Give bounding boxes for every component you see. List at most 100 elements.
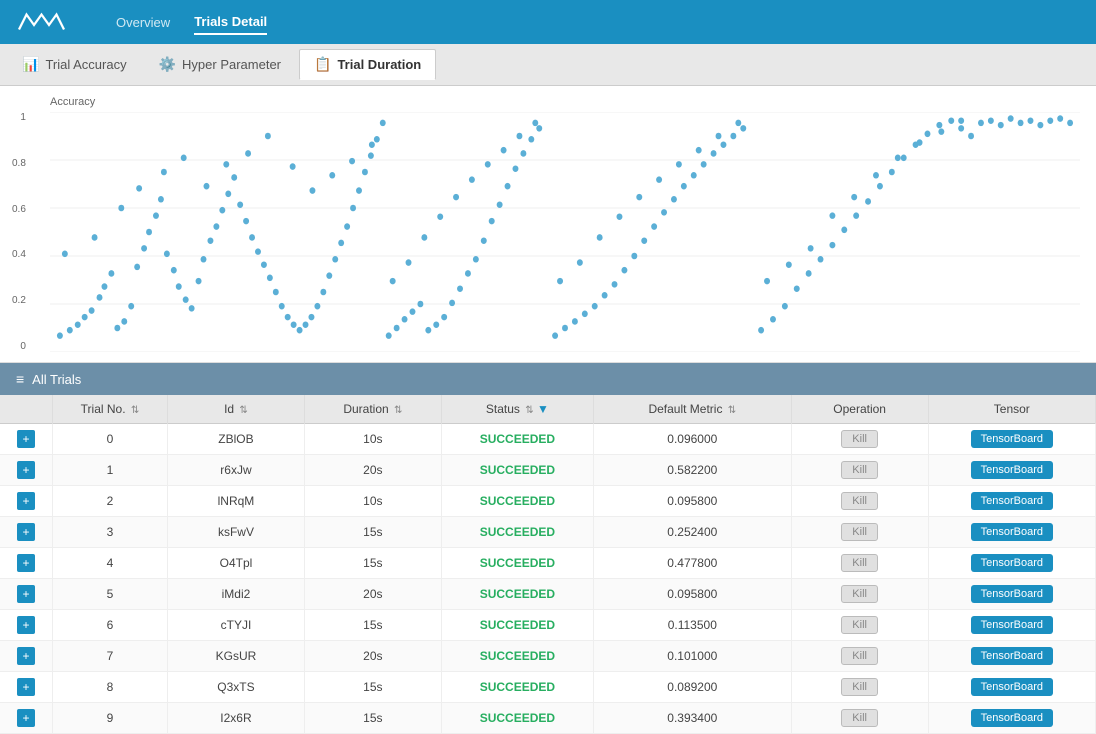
- tensor-cell-8: TensorBoard: [928, 672, 1095, 703]
- tab-trial-accuracy[interactable]: 📊 Trial Accuracy: [8, 50, 141, 79]
- duration-cell-5: 20s: [304, 579, 441, 610]
- expand-cell-2: +: [0, 486, 52, 517]
- duration-cell-1: 20s: [304, 455, 441, 486]
- y-label-1: 1: [20, 112, 26, 123]
- col-operation-header: Operation: [791, 395, 928, 424]
- metric-cell-7: 0.101000: [593, 641, 791, 672]
- table-header-row: Trial No. ⇅ Id ⇅ Duration ⇅ Status ⇅ ▼ D…: [0, 395, 1096, 424]
- y-label-04: 0.4: [12, 249, 26, 260]
- metric-cell-8: 0.089200: [593, 672, 791, 703]
- id-cell-3: ksFwV: [168, 517, 305, 548]
- operation-cell-6: Kill: [791, 610, 928, 641]
- tensor-cell-6: TensorBoard: [928, 610, 1095, 641]
- kill-button-0[interactable]: Kill: [841, 430, 878, 448]
- tensor-cell-7: TensorBoard: [928, 641, 1095, 672]
- status-cell-6: SUCCEEDED: [441, 610, 593, 641]
- tensorboard-button-5[interactable]: TensorBoard: [971, 585, 1053, 603]
- kill-button-1[interactable]: Kill: [841, 461, 878, 479]
- y-label-0: 0: [20, 341, 26, 352]
- duration-cell-0: 10s: [304, 424, 441, 455]
- tensorboard-button-2[interactable]: TensorBoard: [971, 492, 1053, 510]
- tensorboard-button-0[interactable]: TensorBoard: [971, 430, 1053, 448]
- y-axis: 1 0.8 0.6 0.4 0.2 0: [12, 112, 26, 352]
- expand-cell-7: +: [0, 641, 52, 672]
- metric-cell-4: 0.477800: [593, 548, 791, 579]
- expand-button-5[interactable]: +: [17, 585, 35, 603]
- id-cell-5: iMdi2: [168, 579, 305, 610]
- tensor-cell-3: TensorBoard: [928, 517, 1095, 548]
- expand-button-7[interactable]: +: [17, 647, 35, 665]
- id-cell-9: I2x6R: [168, 703, 305, 734]
- expand-button-4[interactable]: +: [17, 554, 35, 572]
- id-cell-1: r6xJw: [168, 455, 305, 486]
- trials-table: Trial No. ⇅ Id ⇅ Duration ⇅ Status ⇅ ▼ D…: [0, 395, 1096, 734]
- nav-trials-detail[interactable]: Trials Detail: [194, 10, 267, 35]
- duration-cell-4: 15s: [304, 548, 441, 579]
- kill-button-4[interactable]: Kill: [841, 554, 878, 572]
- operation-cell-7: Kill: [791, 641, 928, 672]
- operation-cell-4: Kill: [791, 548, 928, 579]
- id-cell-6: cTYJI: [168, 610, 305, 641]
- duration-cell-6: 15s: [304, 610, 441, 641]
- scatter-chart: Trial 0 8 16 24 32 40 48 56 64 72 80 88 …: [50, 112, 1080, 352]
- metric-cell-9: 0.393400: [593, 703, 791, 734]
- expand-button-8[interactable]: +: [17, 678, 35, 696]
- expand-cell-0: +: [0, 424, 52, 455]
- kill-button-8[interactable]: Kill: [841, 678, 878, 696]
- table-row: + 4 O4Tpl 15s SUCCEEDED 0.477800 Kill Te…: [0, 548, 1096, 579]
- expand-button-6[interactable]: +: [17, 616, 35, 634]
- tensorboard-button-9[interactable]: TensorBoard: [971, 709, 1053, 727]
- kill-button-2[interactable]: Kill: [841, 492, 878, 510]
- tab-trial-accuracy-label: Trial Accuracy: [45, 57, 126, 72]
- metric-cell-0: 0.096000: [593, 424, 791, 455]
- expand-cell-5: +: [0, 579, 52, 610]
- metric-cell-3: 0.252400: [593, 517, 791, 548]
- metric-cell-5: 0.095800: [593, 579, 791, 610]
- expand-button-2[interactable]: +: [17, 492, 35, 510]
- tensorboard-button-3[interactable]: TensorBoard: [971, 523, 1053, 541]
- expand-cell-6: +: [0, 610, 52, 641]
- kill-button-7[interactable]: Kill: [841, 647, 878, 665]
- id-cell-0: ZBlOB: [168, 424, 305, 455]
- nav-overview[interactable]: Overview: [116, 11, 170, 34]
- trials-table-wrapper: Trial No. ⇅ Id ⇅ Duration ⇅ Status ⇅ ▼ D…: [0, 395, 1096, 734]
- tensorboard-button-8[interactable]: TensorBoard: [971, 678, 1053, 696]
- duration-cell-7: 20s: [304, 641, 441, 672]
- tensorboard-button-4[interactable]: TensorBoard: [971, 554, 1053, 572]
- expand-button-0[interactable]: +: [17, 430, 35, 448]
- table-row: + 9 I2x6R 15s SUCCEEDED 0.393400 Kill Te…: [0, 703, 1096, 734]
- trial-no-cell-6: 6: [52, 610, 167, 641]
- table-row: + 1 r6xJw 20s SUCCEEDED 0.582200 Kill Te…: [0, 455, 1096, 486]
- y-label-08: 0.8: [12, 158, 26, 169]
- chart-wrapper: 1 0.8 0.6 0.4 0.2 0: [50, 112, 1080, 352]
- kill-button-5[interactable]: Kill: [841, 585, 878, 603]
- expand-button-9[interactable]: +: [17, 709, 35, 727]
- tensorboard-button-7[interactable]: TensorBoard: [971, 647, 1053, 665]
- table-row: + 3 ksFwV 15s SUCCEEDED 0.252400 Kill Te…: [0, 517, 1096, 548]
- col-trial-no-header: Trial No. ⇅: [52, 395, 167, 424]
- kill-button-6[interactable]: Kill: [841, 616, 878, 634]
- tensor-cell-1: TensorBoard: [928, 455, 1095, 486]
- tensorboard-button-6[interactable]: TensorBoard: [971, 616, 1053, 634]
- tensor-cell-4: TensorBoard: [928, 548, 1095, 579]
- status-cell-5: SUCCEEDED: [441, 579, 593, 610]
- tensorboard-button-1[interactable]: TensorBoard: [971, 461, 1053, 479]
- col-status-header: Status ⇅ ▼: [441, 395, 593, 424]
- chart-container: Accuracy 1 0.8 0.6 0.4 0.2 0: [0, 86, 1096, 363]
- tensor-cell-5: TensorBoard: [928, 579, 1095, 610]
- metric-cell-1: 0.582200: [593, 455, 791, 486]
- status-cell-7: SUCCEEDED: [441, 641, 593, 672]
- chart-title: Accuracy: [50, 96, 1080, 108]
- tensor-cell-9: TensorBoard: [928, 703, 1095, 734]
- expand-button-1[interactable]: +: [17, 461, 35, 479]
- operation-cell-0: Kill: [791, 424, 928, 455]
- all-trials-header: ≡ All Trials: [0, 363, 1096, 395]
- operation-cell-1: Kill: [791, 455, 928, 486]
- tab-trial-duration[interactable]: 📋 Trial Duration: [299, 49, 436, 80]
- expand-cell-4: +: [0, 548, 52, 579]
- tab-hyper-parameter[interactable]: ⚙️ Hyper Parameter: [145, 50, 295, 79]
- col-id-header: Id ⇅: [168, 395, 305, 424]
- kill-button-9[interactable]: Kill: [841, 709, 878, 727]
- kill-button-3[interactable]: Kill: [841, 523, 878, 541]
- expand-button-3[interactable]: +: [17, 523, 35, 541]
